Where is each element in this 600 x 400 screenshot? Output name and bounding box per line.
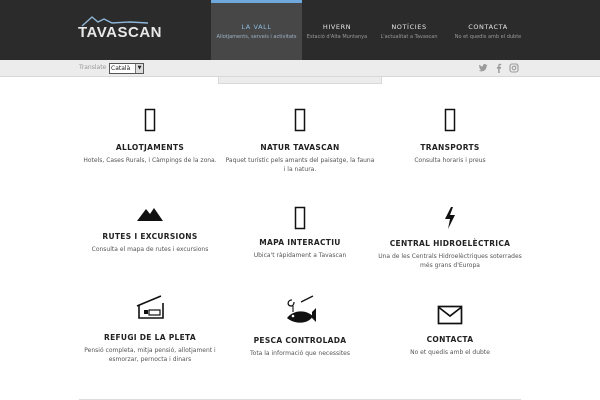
- brand-name: TAVASCAN: [78, 24, 162, 41]
- site-header: TAVASCAN LA VALL Allotjaments, serveis i…: [0, 0, 600, 60]
- toolbar-tab: [218, 77, 382, 84]
- card-title: ALLOTJAMENTS: [115, 143, 185, 152]
- card-title: NATUR TAVASCAN: [260, 143, 340, 152]
- main-nav: LA VALL Allotjaments, serveis i activita…: [211, 0, 530, 60]
- map-icon: [294, 206, 306, 230]
- instagram-icon[interactable]: [509, 63, 519, 73]
- card-title: CONTACTA: [426, 335, 474, 344]
- refuge-icon: [136, 295, 164, 319]
- language-select[interactable]: Català ▼: [109, 63, 144, 74]
- nav-item-la-vall[interactable]: LA VALL Allotjaments, serveis i activita…: [211, 0, 302, 60]
- nav-item-subtitle: L'actualitat a Tavascan: [380, 34, 438, 40]
- card-title: MAPA INTERACTIU: [259, 238, 341, 247]
- card-natur-tavascan[interactable]: NATUR TAVASCAN Paquet turístic pels aman…: [225, 108, 375, 174]
- nav-item-title: NOTÍCIES: [391, 23, 427, 31]
- translate-label: Translate: [79, 64, 107, 71]
- card-refugi-pleta[interactable]: REFUGI DE LA PLETA Pensió completa, mitj…: [75, 294, 225, 364]
- card-pesca-controlada[interactable]: PESCA CONTROLADA Tota la informació que …: [225, 294, 375, 358]
- mountain-icon: [137, 208, 163, 221]
- card-title: RUTES I EXCURSIONS: [102, 232, 198, 241]
- card-description: Pensió completa, mitja pensió, allotjame…: [84, 347, 216, 363]
- nav-item-noticies[interactable]: NOTÍCIES L'actualitat a Tavascan: [372, 0, 446, 60]
- card-title: CENTRAL HIDROELÈCTRICA: [389, 239, 511, 248]
- card-description: Ubica't ràpidament a Tavascan: [253, 252, 347, 259]
- card-mapa-interactiu[interactable]: MAPA INTERACTIU Ubica't ràpidament a Tav…: [225, 206, 375, 260]
- card-rutes-excursions[interactable]: RUTES I EXCURSIONS Consulta el mapa de r…: [75, 206, 225, 254]
- card-description: Tota la informació que necessites: [250, 350, 350, 357]
- card-description: Paquet turístic pels amants del paisatge…: [225, 157, 375, 173]
- nav-item-title: HIVERN: [322, 23, 352, 31]
- card-title: PESCA CONTROLADA: [253, 336, 347, 345]
- nav-item-subtitle: No et quedis amb el dubte: [454, 34, 522, 40]
- nav-item-title: LA VALL: [241, 23, 272, 31]
- bus-icon: [444, 108, 456, 132]
- language-value: Català: [111, 65, 131, 72]
- card-contacta[interactable]: CONTACTA No et quedis amb el dubte: [375, 305, 525, 357]
- facebook-icon[interactable]: [494, 63, 504, 73]
- card-transports[interactable]: TRANSPORTS Consulta horaris i preus: [375, 108, 525, 165]
- card-central-hidroelectrica[interactable]: CENTRAL HIDROELÈCTRICA Una de les Centra…: [375, 206, 525, 270]
- fish-hook-icon: [287, 295, 316, 323]
- card-title: TRANSPORTS: [420, 143, 480, 152]
- card-description: Hotels, Cases Rurals, i Càmpings de la z…: [83, 157, 217, 164]
- tree-icon: [294, 108, 306, 132]
- nav-item-subtitle: Estació d'Alta Muntanya: [306, 34, 368, 40]
- lightning-icon: [445, 207, 455, 229]
- toolbar: Translate Català ▼: [0, 60, 600, 77]
- card-allotjaments[interactable]: ALLOTJAMENTS Hotels, Cases Rurals, i Càm…: [75, 108, 225, 165]
- bed-icon: [144, 108, 156, 132]
- nav-item-subtitle: Allotjaments, serveis i activitats: [216, 34, 297, 40]
- card-description: Consulta el mapa de rutes i excursions: [91, 246, 209, 253]
- site-logo[interactable]: TAVASCAN: [78, 14, 162, 41]
- envelope-icon: [437, 305, 463, 325]
- twitter-icon[interactable]: [478, 63, 488, 73]
- card-description: Consulta horaris i preus: [414, 157, 486, 164]
- chevron-down-icon[interactable]: ▼: [135, 64, 143, 73]
- nav-item-contacta[interactable]: CONTACTA No et quedis amb el dubte: [446, 0, 530, 60]
- card-title: REFUGI DE LA PLETA: [104, 333, 196, 342]
- nav-item-hivern[interactable]: HIVERN Estació d'Alta Muntanya: [302, 0, 372, 60]
- card-description: Una de les Centrals Hidroelèctriques sot…: [378, 253, 522, 269]
- nav-item-title: CONTACTA: [468, 23, 508, 31]
- card-description: No et quedis amb el dubte: [410, 349, 490, 356]
